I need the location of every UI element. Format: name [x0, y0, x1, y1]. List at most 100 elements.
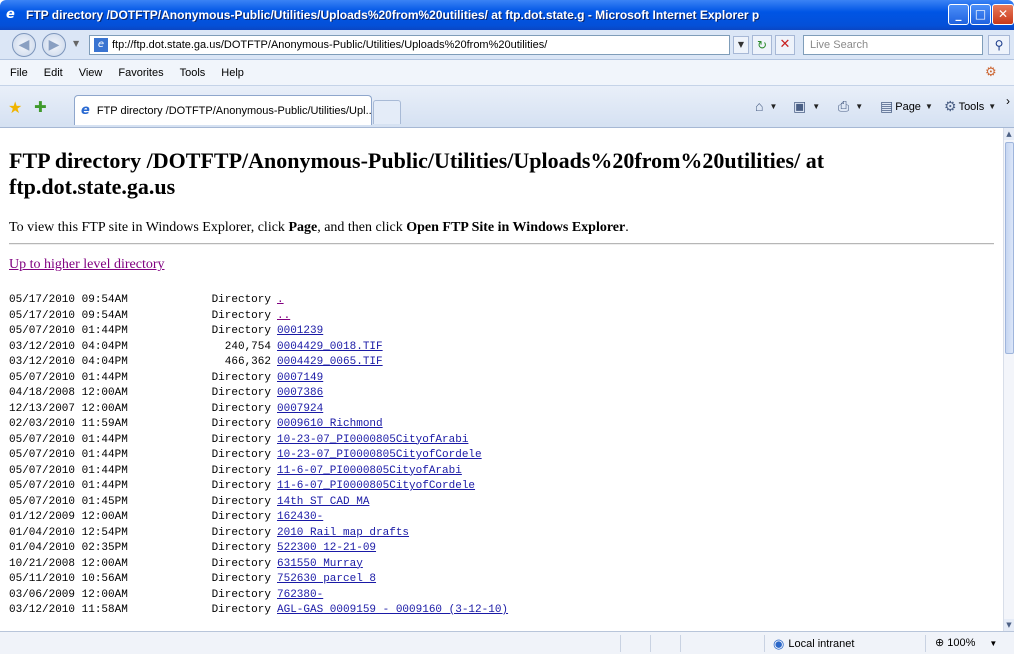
listing-row: 05/07/2010 01:44PM Directory 11-6-07_PI000… [9, 479, 994, 495]
listing-link[interactable]: 14th ST CAD MA [277, 496, 369, 508]
minimize-button[interactable]: _ [948, 4, 969, 25]
listing-size: Directory [211, 511, 271, 523]
toolbar-options-icon[interactable]: ⚙ [985, 65, 997, 80]
listing-size: Directory [211, 294, 271, 306]
menu-file[interactable]: File [10, 67, 28, 79]
listing-link[interactable]: 0009610 Richmond [277, 418, 383, 430]
page-menu-button[interactable]: ▤ Page ▼ [880, 98, 933, 115]
listing-link[interactable]: 10-23-07_PI0000805CityofArabi [277, 434, 468, 446]
listing-link[interactable]: 0004429_0065.TIF [277, 356, 383, 368]
rss-icon: ▣ [793, 98, 807, 114]
listing-link[interactable]: 762380- [277, 589, 323, 601]
favorites-star-icon[interactable]: ★ [8, 98, 22, 117]
listing-size: Directory [211, 449, 271, 461]
listing-link[interactable]: 0001239 [277, 325, 323, 337]
listing-row: 05/17/2010 09:54AM Directory.. [9, 309, 994, 325]
listing-link[interactable]: 162430- [277, 511, 323, 523]
status-divider [680, 635, 681, 652]
menu-help[interactable]: Help [221, 67, 244, 79]
menu-view[interactable]: View [79, 67, 103, 79]
status-divider [650, 635, 651, 652]
page-icon: e [94, 38, 108, 52]
listing-link[interactable]: 0004429_0018.TIF [277, 341, 383, 353]
listing-link[interactable]: 11-6-07_PI0000805CityofCordele [277, 480, 475, 492]
listing-date: 03/12/2010 04:04PM [9, 356, 128, 368]
listing-link[interactable]: 0007149 [277, 372, 323, 384]
new-tab-button[interactable] [373, 100, 401, 124]
listing-link[interactable]: .. [277, 310, 290, 322]
listing-link[interactable]: 0007924 [277, 403, 323, 415]
scroll-down-arrow-icon[interactable]: ▼ [1004, 619, 1014, 631]
listing-row: 05/11/2010 10:56AM Directory 752630 parcel… [9, 572, 994, 588]
listing-row: 01/04/2010 12:54PM Directory 2010 Rail map… [9, 526, 994, 542]
listing-link[interactable]: 10-23-07_PI0000805CityofCordele [277, 449, 482, 461]
status-divider [620, 635, 621, 652]
listing-date: 05/07/2010 01:44PM [9, 449, 128, 461]
listing-row: 02/03/2010 11:59AM Directory 0009610 Richm… [9, 417, 994, 433]
close-button[interactable]: ✕ [992, 4, 1014, 25]
forward-button[interactable]: ▶ [42, 33, 66, 57]
listing-size: Directory [211, 526, 271, 539]
page-content: FTP directory /DOTFTP/Anonymous-Public/U… [0, 128, 1003, 631]
listing-link[interactable]: 2010 Rail map drafts [277, 527, 409, 539]
tab-ftp-directory[interactable]: e FTP directory /DOTFTP/Anonymous-Public… [74, 95, 372, 125]
listing-link[interactable]: 631550 Murray [277, 558, 363, 570]
listing-date: 12/13/2007 12:00AM [9, 402, 128, 415]
listing-row: 10/21/2008 12:00AM Directory 631550 Murray [9, 557, 994, 573]
stop-button[interactable]: ✕ [775, 35, 795, 55]
address-url[interactable]: ftp://ftp.dot.state.ga.us/DOTFTP/Anonymo… [112, 39, 547, 51]
menu-tools[interactable]: Tools [180, 67, 206, 79]
zoom-dropdown-icon[interactable]: ▼ [989, 639, 997, 648]
scroll-up-arrow-icon[interactable]: ▲ [1004, 128, 1014, 140]
security-zone[interactable]: ◉ Local intranet [773, 636, 854, 652]
address-dropdown-button[interactable]: ▼ [733, 36, 749, 54]
search-input[interactable]: Live Search [803, 35, 983, 55]
listing-date: 01/04/2010 12:54PM [9, 526, 128, 539]
add-favorites-icon[interactable]: ✚ [34, 98, 47, 116]
tools-menu-button[interactable]: ⚙ Tools ▼ [944, 98, 996, 115]
listing-size: 466,362 [224, 356, 271, 368]
listing-size: Directory [211, 325, 271, 337]
listing-size: Directory [211, 557, 271, 570]
address-bar[interactable]: e ftp://ftp.dot.state.ga.us/DOTFTP/Anony… [89, 35, 730, 55]
listing-link[interactable]: 522300 12-21-09 [277, 542, 376, 554]
zoom-control[interactable]: ⊕ 100% ▼ [935, 636, 997, 649]
page-title: FTP directory /DOTFTP/Anonymous-Public/U… [9, 148, 825, 199]
directory-listing: 05/17/2010 09:54AM Directory. 05/17/2010 0… [9, 293, 994, 619]
page-menu-label: Page [895, 100, 921, 113]
listing-link[interactable]: AGL-GAS 0009159 - 0009160 (3-12-10) [277, 604, 508, 616]
listing-row: 12/13/2007 12:00AM Directory 0007924 [9, 402, 994, 418]
listing-row: 03/06/2009 12:00AM Directory 762380- [9, 588, 994, 604]
listing-date: 03/12/2010 11:58AM [9, 604, 128, 616]
vertical-scrollbar[interactable]: ▲ ▼ [1003, 128, 1014, 631]
listing-size: Directory [211, 495, 271, 508]
up-directory-link[interactable]: Up to higher level directory [9, 257, 994, 273]
gear-icon: ⚙ [944, 98, 957, 114]
tab-bar: ★ ✚ e FTP directory /DOTFTP/Anonymous-Pu… [0, 86, 1014, 128]
listing-link[interactable]: 11-6-07_PI0000805CityofArabi [277, 465, 462, 477]
listing-row: 05/07/2010 01:45PM Directory 14th ST CAD M… [9, 495, 994, 511]
listing-size: Directory [211, 371, 271, 384]
ftp-view-instructions: To view this FTP site in Windows Explore… [9, 220, 629, 235]
menu-favorites[interactable]: Favorites [118, 67, 163, 79]
menu-edit[interactable]: Edit [44, 67, 63, 79]
listing-link[interactable]: 752630 parcel 8 [277, 573, 376, 585]
maximize-button[interactable]: □ [970, 4, 991, 25]
listing-size: Directory [211, 418, 271, 430]
tools-menu-label: Tools [958, 100, 985, 113]
more-commands-chevron-icon[interactable]: › [1006, 94, 1010, 108]
back-button[interactable]: ◀ [12, 33, 36, 57]
listing-link[interactable]: . [277, 294, 284, 306]
listing-size: Directory [211, 604, 271, 616]
listing-size: Directory [211, 433, 271, 446]
divider [9, 243, 994, 245]
recent-pages-dropdown[interactable]: ▼ [73, 39, 79, 48]
feeds-button[interactable]: ▣ ▼ [793, 98, 820, 115]
search-button[interactable]: ⚲ [988, 35, 1010, 55]
refresh-button[interactable]: ↻ [752, 35, 772, 55]
home-button[interactable]: ⌂ ▼ [755, 98, 777, 114]
print-button[interactable]: ⎙ ▼ [838, 98, 863, 115]
listing-link[interactable]: 0007386 [277, 387, 323, 399]
scroll-thumb[interactable] [1005, 142, 1014, 354]
listing-size: Directory [211, 309, 271, 322]
